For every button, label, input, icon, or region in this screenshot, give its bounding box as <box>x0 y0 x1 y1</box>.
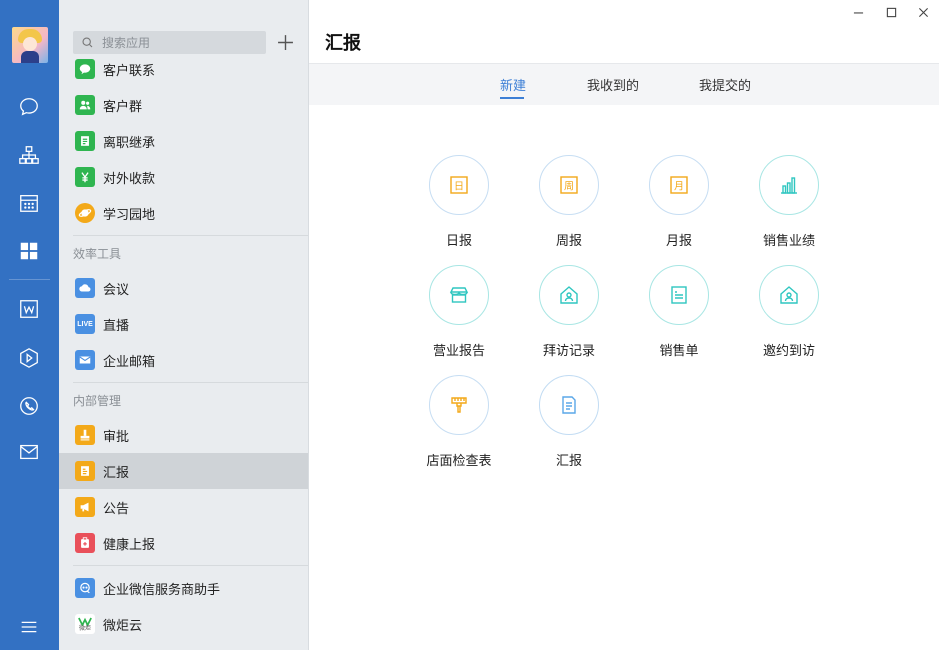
sidebar-divider <box>73 382 308 383</box>
sidebar-item-learning-garden[interactable]: 学习园地 <box>59 195 308 231</box>
calendar-icon[interactable] <box>17 191 41 215</box>
sales-doc-icon <box>671 286 687 304</box>
document-icon <box>562 396 576 414</box>
sidebar-item-approval[interactable]: 审批 <box>59 417 308 453</box>
search-icon <box>82 37 93 48</box>
planet-icon <box>75 203 95 223</box>
sidebar-item-announcement[interactable]: 公告 <box>59 489 308 525</box>
nav-rail <box>0 0 59 650</box>
section-efficiency-tools: 效率工具 <box>73 247 122 261</box>
wechat-icon <box>75 59 95 79</box>
sidebar-item-meeting[interactable]: 会议 <box>59 270 308 306</box>
tab-new[interactable]: 新建 <box>500 75 526 94</box>
report-type-report[interactable]: 汇报 <box>514 375 624 475</box>
sidebar-item-weiju-cloud[interactable]: 微炬 微炬云 <box>59 606 308 642</box>
page-title: 汇报 <box>325 33 361 54</box>
sidebar-item-enterprise-mail[interactable]: 企业邮箱 <box>59 342 308 378</box>
house-person-icon <box>560 286 578 304</box>
doc-w-icon[interactable] <box>17 297 41 321</box>
close-icon <box>918 7 928 17</box>
daily-calendar-icon: 日 <box>450 176 468 194</box>
list-icon <box>75 131 95 151</box>
minimize-button[interactable] <box>847 4 869 20</box>
svg-text:月: 月 <box>674 181 684 193</box>
close-button[interactable] <box>912 4 934 20</box>
phone-icon[interactable] <box>17 394 41 418</box>
stamp-icon <box>75 425 95 445</box>
user-avatar[interactable] <box>12 27 48 63</box>
minimize-icon <box>853 11 863 14</box>
sidebar-item-report[interactable]: 汇报 <box>59 453 308 489</box>
sidebar-item-live[interactable]: LIVE 直播 <box>59 306 308 342</box>
sidebar-item-service-assistant[interactable]: 企业微信服务商助手 <box>59 570 308 606</box>
menu-icon[interactable] <box>17 615 41 639</box>
plus-icon <box>277 34 293 50</box>
sidebar-item-health-report[interactable]: 健康上报 <box>59 525 308 561</box>
report-type-daily[interactable]: 日 日报 <box>404 155 514 255</box>
brush-icon <box>451 397 467 413</box>
drive-icon[interactable] <box>17 346 41 370</box>
store-icon <box>449 287 469 303</box>
report-type-business-report[interactable]: 营业报告 <box>404 265 514 365</box>
search-input[interactable] <box>102 35 252 50</box>
tab-submitted[interactable]: 我提交的 <box>699 75 751 94</box>
bar-chart-icon <box>781 177 797 194</box>
report-type-sales-performance[interactable]: 销售业绩 <box>734 155 844 255</box>
app-sidebar: 客户联系 客户群 离职继承 对外收款 学习园地 效率工具 会议 LIVE 直播 <box>59 0 309 650</box>
house-person-icon <box>780 286 798 304</box>
workbench-icon[interactable] <box>17 239 41 263</box>
yuan-icon <box>75 167 95 187</box>
sidebar-item-external-payment[interactable]: 对外收款 <box>59 159 308 195</box>
mail-icon[interactable] <box>17 440 41 464</box>
sidebar-item-resignation-inherit[interactable]: 离职继承 <box>59 123 308 159</box>
report-type-weekly[interactable]: 周 周报 <box>514 155 624 255</box>
monthly-calendar-icon: 月 <box>670 176 688 194</box>
section-internal-management: 内部管理 <box>73 394 122 408</box>
chat-icon[interactable] <box>17 95 41 119</box>
main-panel: 汇报 新建 我收到的 我提交的 日 日报 周 周报 月 月报 销售业绩 营业报告… <box>309 0 939 650</box>
rail-divider <box>9 279 50 280</box>
weekly-calendar-icon: 周 <box>560 176 578 194</box>
report-type-monthly[interactable]: 月 月报 <box>624 155 734 255</box>
report-type-store-inspection[interactable]: 店面检查表 <box>404 375 514 475</box>
report-type-invite-visit[interactable]: 邀约到访 <box>734 265 844 365</box>
sidebar-divider <box>73 235 308 236</box>
report-type-sales-order[interactable]: 销售单 <box>624 265 734 365</box>
active-tab-indicator <box>500 97 524 99</box>
report-type-visit-record[interactable]: 拜访记录 <box>514 265 624 365</box>
svg-text:日: 日 <box>454 182 464 193</box>
tab-bar: 新建 我收到的 我提交的 <box>309 63 939 105</box>
maximize-button[interactable] <box>880 4 902 20</box>
weiju-logo-icon: 微炬 <box>75 614 95 634</box>
sidebar-item-customer-group[interactable]: 客户群 <box>59 87 308 123</box>
clipboard-icon <box>75 533 95 553</box>
live-icon: LIVE <box>75 314 95 334</box>
org-chart-icon[interactable] <box>17 143 41 167</box>
cloud-icon <box>75 278 95 298</box>
sidebar-divider <box>73 565 308 566</box>
maximize-icon <box>886 7 896 17</box>
svg-text:周: 周 <box>564 181 574 193</box>
report-doc-icon <box>75 461 95 481</box>
sidebar-item-customer-contact[interactable]: 客户联系 <box>59 51 308 87</box>
envelope-icon <box>75 350 95 370</box>
assistant-icon <box>75 578 95 598</box>
megaphone-icon <box>75 497 95 517</box>
group-icon <box>75 95 95 115</box>
tab-received[interactable]: 我收到的 <box>587 75 639 94</box>
